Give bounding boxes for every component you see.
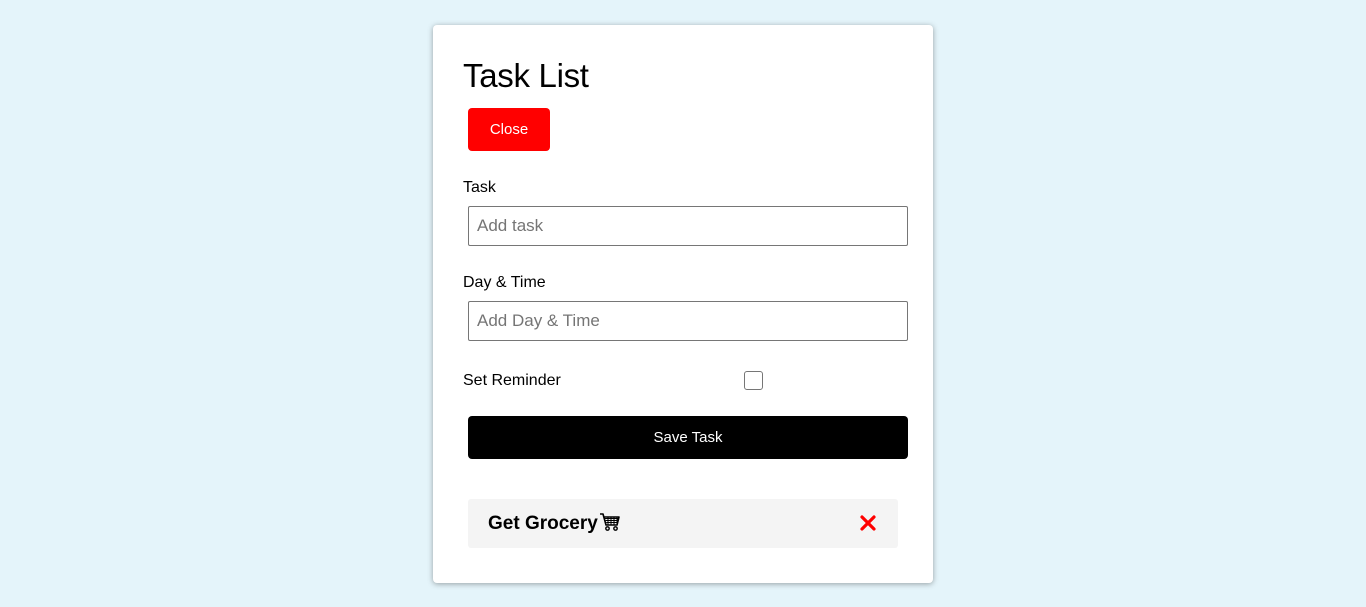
close-button[interactable]: Close xyxy=(468,108,550,151)
save-task-button[interactable]: Save Task xyxy=(468,416,908,459)
task-item-text: Get Grocery xyxy=(488,513,598,534)
task-label: Task xyxy=(463,179,496,196)
day-time-input[interactable] xyxy=(468,301,908,341)
task-item-text-wrap: Get Grocery xyxy=(488,512,621,538)
page-title: Task List xyxy=(463,57,589,94)
reminder-label: Set Reminder xyxy=(463,372,561,389)
shopping-cart-icon xyxy=(599,512,621,538)
task-list-item[interactable]: Get Grocery xyxy=(468,499,898,548)
reminder-checkbox[interactable] xyxy=(744,371,763,390)
task-card: Task List Close Task Day & Time Set Remi… xyxy=(433,25,933,583)
task-input[interactable] xyxy=(468,206,908,246)
delete-x-icon[interactable] xyxy=(860,515,876,531)
day-time-label: Day & Time xyxy=(463,274,546,291)
